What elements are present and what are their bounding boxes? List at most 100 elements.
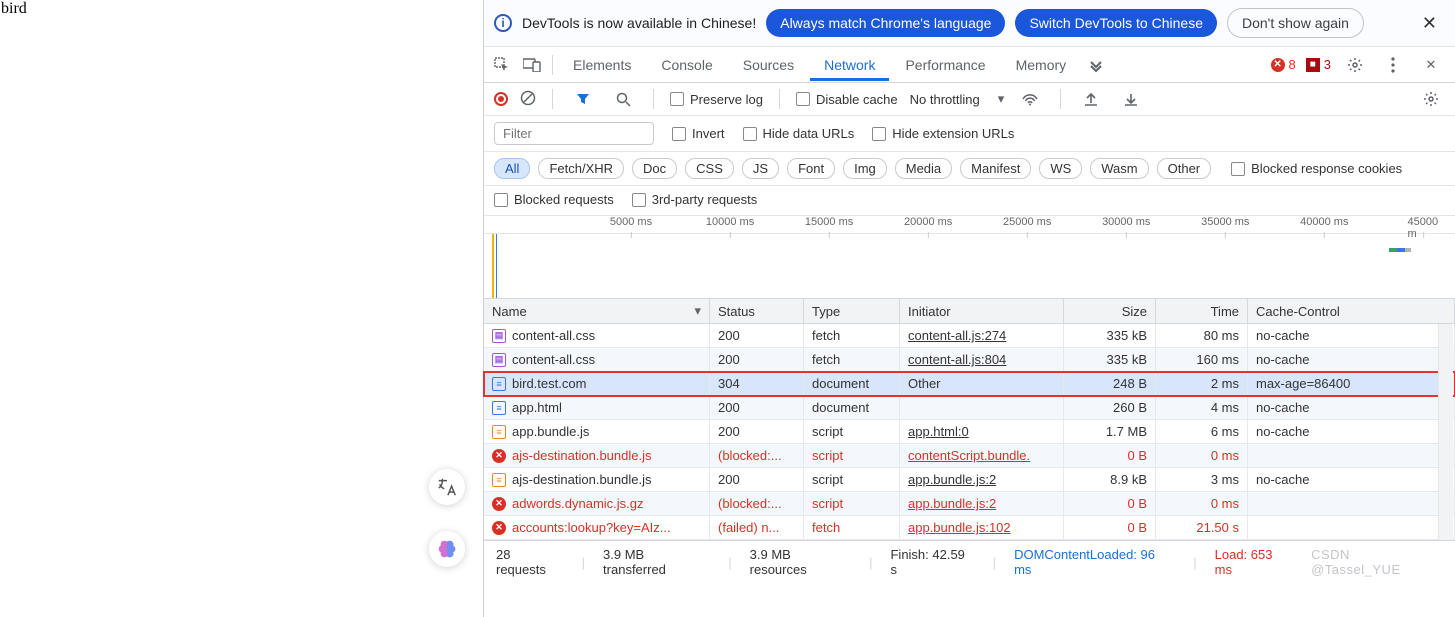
initiator-link[interactable]: app.bundle.js:102: [908, 520, 1011, 535]
clear-button[interactable]: [520, 90, 536, 109]
request-size: 248 B: [1064, 372, 1156, 395]
search-icon[interactable]: [609, 92, 637, 107]
network-settings-icon[interactable]: [1417, 91, 1445, 107]
record-button[interactable]: [494, 92, 508, 106]
ai-floater[interactable]: [429, 531, 465, 567]
translate-floater[interactable]: [429, 469, 465, 505]
initiator-link[interactable]: content-all.js:274: [908, 328, 1006, 343]
col-header-time[interactable]: Time: [1156, 299, 1248, 323]
device-toggle-icon[interactable]: [518, 58, 546, 72]
dont-show-again-button[interactable]: Don't show again: [1227, 8, 1364, 38]
col-header-name[interactable]: Name▾: [484, 299, 710, 323]
timeline-tick: 20000 ms: [904, 216, 952, 228]
hide-extension-urls-checkbox[interactable]: Hide extension URLs: [872, 126, 1014, 141]
disable-cache-checkbox[interactable]: Disable cache: [796, 92, 898, 107]
tab-elements[interactable]: Elements: [559, 49, 645, 81]
tab-network[interactable]: Network: [810, 49, 889, 81]
invert-label: Invert: [692, 126, 725, 141]
request-status: 200: [710, 348, 804, 371]
request-initiator: app.html:0: [900, 420, 1064, 443]
request-time: 2 ms: [1156, 372, 1248, 395]
table-row[interactable]: ≡app.html200document260 B4 msno-cache: [484, 396, 1455, 420]
col-header-status[interactable]: Status: [710, 299, 804, 323]
sb-resources: 3.9 MB resources: [750, 547, 851, 577]
preserve-log-checkbox[interactable]: Preserve log: [670, 92, 763, 107]
request-name: content-all.css: [512, 352, 595, 367]
hide-data-urls-checkbox[interactable]: Hide data URLs: [743, 126, 855, 141]
request-type: document: [804, 372, 900, 395]
filter-toggle-icon[interactable]: [569, 92, 597, 106]
col-header-cache[interactable]: Cache-Control: [1248, 299, 1455, 323]
type-filter-wasm[interactable]: Wasm: [1090, 158, 1148, 179]
table-row[interactable]: ✕ajs-destination.bundle.js(blocked:...sc…: [484, 444, 1455, 468]
hide-data-label: Hide data URLs: [763, 126, 855, 141]
type-filter-ws[interactable]: WS: [1039, 158, 1082, 179]
type-filter-media[interactable]: Media: [895, 158, 952, 179]
col-header-initiator[interactable]: Initiator: [900, 299, 1064, 323]
request-status: 200: [710, 420, 804, 443]
initiator-link[interactable]: app.bundle.js:2: [908, 472, 996, 487]
tab-console[interactable]: Console: [647, 49, 726, 81]
tab-sources[interactable]: Sources: [729, 49, 808, 81]
type-filter-font[interactable]: Font: [787, 158, 835, 179]
tab-performance[interactable]: Performance: [891, 49, 999, 81]
upload-har-icon[interactable]: [1077, 91, 1105, 107]
table-row[interactable]: ≡bird.test.com304documentOther248 B2 msm…: [484, 372, 1455, 396]
issues-count: 3: [1324, 57, 1331, 72]
invert-checkbox[interactable]: Invert: [672, 126, 725, 141]
timeline-tick: 40000 ms: [1300, 216, 1348, 228]
type-filter-fetchxhr[interactable]: Fetch/XHR: [538, 158, 624, 179]
initiator-link[interactable]: app.html:0: [908, 424, 969, 439]
initiator-link[interactable]: contentScript.bundle.: [908, 448, 1030, 463]
table-row[interactable]: ✕accounts:lookup?key=AIz...(failed) n...…: [484, 516, 1455, 540]
css-file-icon: ▤: [492, 353, 506, 367]
issues-badge[interactable]: ■3: [1306, 57, 1331, 72]
table-row[interactable]: ▤content-all.css200fetchcontent-all.js:8…: [484, 348, 1455, 372]
table-row[interactable]: ▤content-all.css200fetchcontent-all.js:2…: [484, 324, 1455, 348]
type-filter-css[interactable]: CSS: [685, 158, 734, 179]
request-size: 0 B: [1064, 444, 1156, 467]
initiator-link[interactable]: app.bundle.js:2: [908, 496, 996, 511]
close-infobar-icon[interactable]: ✕: [1414, 9, 1445, 38]
timeline-late-request: [1389, 240, 1411, 244]
errors-badge[interactable]: ✕8: [1271, 57, 1296, 72]
request-time: 21.50 s: [1156, 516, 1248, 539]
tab-memory[interactable]: Memory: [1002, 49, 1081, 81]
blocked-cookies-checkbox[interactable]: Blocked response cookies: [1231, 161, 1402, 176]
type-filter-img[interactable]: Img: [843, 158, 887, 179]
blocked-requests-checkbox[interactable]: Blocked requests: [494, 192, 614, 207]
table-row[interactable]: ≡app.bundle.js200scriptapp.html:01.7 MB6…: [484, 420, 1455, 444]
type-filter-all[interactable]: All: [494, 158, 530, 179]
type-filter-manifest[interactable]: Manifest: [960, 158, 1031, 179]
third-party-label: 3rd-party requests: [652, 192, 758, 207]
initiator-link[interactable]: content-all.js:804: [908, 352, 1006, 367]
col-header-type[interactable]: Type: [804, 299, 900, 323]
col-header-size[interactable]: Size: [1064, 299, 1156, 323]
always-match-button[interactable]: Always match Chrome's language: [766, 9, 1005, 37]
request-time: 0 ms: [1156, 444, 1248, 467]
table-row[interactable]: ≡ajs-destination.bundle.js200scriptapp.b…: [484, 468, 1455, 492]
type-filter-js[interactable]: JS: [742, 158, 779, 179]
inspect-icon[interactable]: [488, 57, 516, 73]
request-size: 0 B: [1064, 492, 1156, 515]
timeline-overview[interactable]: 5000 ms10000 ms15000 ms20000 ms25000 ms3…: [484, 216, 1455, 299]
timeline-tick: 15000 ms: [805, 216, 853, 228]
type-filter-other[interactable]: Other: [1157, 158, 1212, 179]
separator: [552, 89, 553, 109]
switch-language-button[interactable]: Switch DevTools to Chinese: [1015, 9, 1217, 37]
more-tabs-icon[interactable]: [1082, 57, 1110, 73]
close-devtools-icon[interactable]: ✕: [1417, 57, 1445, 73]
request-type: script: [804, 468, 900, 491]
err-file-icon: ✕: [492, 449, 506, 463]
type-filter-doc[interactable]: Doc: [632, 158, 677, 179]
table-row[interactable]: ✕adwords.dynamic.js.gz(blocked:...script…: [484, 492, 1455, 516]
request-name: accounts:lookup?key=AIz...: [512, 520, 671, 535]
request-type: script: [804, 420, 900, 443]
throttling-select[interactable]: No throttling▾: [910, 91, 1005, 107]
network-conditions-icon[interactable]: [1016, 92, 1044, 106]
kebab-menu-icon[interactable]: [1379, 57, 1407, 73]
settings-icon[interactable]: [1341, 57, 1369, 73]
filter-input[interactable]: [494, 122, 654, 145]
download-har-icon[interactable]: [1117, 91, 1145, 107]
third-party-checkbox[interactable]: 3rd-party requests: [632, 192, 758, 207]
